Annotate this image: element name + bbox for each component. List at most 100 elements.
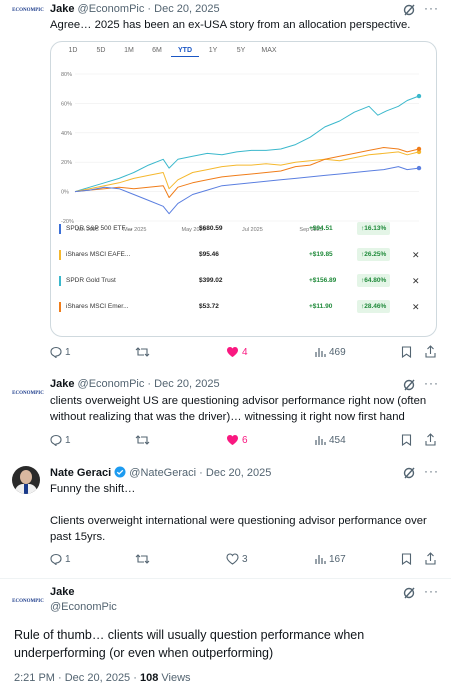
tab-1y[interactable]: 1Y xyxy=(199,47,227,57)
share-icon[interactable] xyxy=(425,433,436,446)
bookmark-icon[interactable] xyxy=(401,553,412,565)
holding-percent-badge: ↑64.80% xyxy=(357,274,391,287)
tweet-text: clients overweight US are questioning ad… xyxy=(50,395,427,423)
avatar[interactable]: ECONOMPIC xyxy=(12,3,44,17)
avatar[interactable]: ECONOMPIC xyxy=(12,386,44,400)
reply-button[interactable]: 1 xyxy=(50,346,71,358)
author-handle[interactable]: @EconomPic xyxy=(78,3,145,15)
tweet-header: Jake @EconomPic · Dec 20, 2025 xyxy=(50,378,220,390)
views-count: 454 xyxy=(329,434,346,446)
holding-price: $680.59 xyxy=(199,225,223,232)
verified-badge-icon xyxy=(114,466,126,478)
like-count: 4 xyxy=(242,346,248,358)
like-count: 3 xyxy=(242,553,248,565)
holding-row[interactable]: iShares MSCI EAFE... $95.46 +$19.85 ↑26.25%… xyxy=(59,248,429,264)
reply-button[interactable]: 1 xyxy=(50,553,71,565)
repost-button[interactable] xyxy=(135,434,150,446)
holding-name: iShares MSCI Emer... xyxy=(66,303,129,310)
series-line xyxy=(74,151,420,193)
tweet-timestamp[interactable]: 2:21 PM · Dec 20, 2025 · xyxy=(14,672,140,684)
tab-1m[interactable]: 1M xyxy=(115,47,143,57)
y-tick-label: 0% xyxy=(61,190,69,196)
holding-row[interactable]: iShares MSCI Emer... $53.72 +$11.90 ↑28.46%… xyxy=(59,300,429,316)
holding-price: $53.72 xyxy=(199,303,219,310)
timeframe-tabs: 1D 5D 1M 6M YTD 1Y 5Y MAX xyxy=(59,47,283,57)
tweet-date[interactable]: Dec 20, 2025 xyxy=(154,3,219,15)
tab-max[interactable]: MAX xyxy=(255,47,283,57)
holding-name: SPDR S&P 500 ETF ... xyxy=(66,225,133,232)
tab-5d[interactable]: 5D xyxy=(87,47,115,57)
grok-icon[interactable] xyxy=(403,379,415,391)
holding-percent-badge: ↑28.46% xyxy=(357,300,391,313)
share-icon[interactable] xyxy=(425,552,436,565)
tab-ytd[interactable]: YTD xyxy=(171,47,199,57)
stock-chart-card[interactable]: 1D 5D 1M 6M YTD 1Y 5Y MAX 80% 60% 40% 20% 0% -20% Jan… xyxy=(50,41,437,337)
author-name[interactable]: Jake xyxy=(50,3,74,15)
author-handle[interactable]: @NateGeraci xyxy=(129,467,196,479)
repost-icon xyxy=(135,435,150,445)
reply-icon xyxy=(50,346,62,358)
remove-icon[interactable]: ✕ xyxy=(412,276,420,287)
remove-icon[interactable]: ✕ xyxy=(412,250,420,261)
like-button[interactable]: 3 xyxy=(226,553,248,565)
bookmark-icon[interactable] xyxy=(401,434,412,446)
views-button[interactable]: 454 xyxy=(314,434,346,446)
reply-count: 1 xyxy=(65,434,71,446)
author-handle[interactable]: @EconomPic xyxy=(50,601,117,613)
series-color-bar xyxy=(59,224,61,234)
share-icon[interactable] xyxy=(425,345,436,358)
series-color-bar xyxy=(59,276,61,286)
avatar[interactable] xyxy=(12,466,40,494)
grok-icon[interactable] xyxy=(403,587,415,599)
holding-row[interactable]: SPDR S&P 500 ETF ... $680.59 +$94.51 ↑16.13… xyxy=(59,222,429,238)
reply-button[interactable]: 1 xyxy=(50,434,71,446)
author-name[interactable]: Jake xyxy=(50,378,74,390)
tweet-date[interactable]: Dec 20, 2025 xyxy=(206,467,271,479)
bookmark-icon[interactable] xyxy=(401,346,412,358)
tweet-header: Jake @EconomPic · Dec 20, 2025 xyxy=(50,3,220,15)
tweet-text-line: Funny the shift… xyxy=(50,483,136,495)
grok-icon[interactable] xyxy=(403,4,415,16)
remove-icon[interactable]: ✕ xyxy=(412,302,420,313)
holding-price: $95.46 xyxy=(199,251,219,258)
avatar[interactable]: ECONOMPIC xyxy=(12,594,44,608)
views-count: 469 xyxy=(329,346,346,358)
views-button[interactable]: 167 xyxy=(314,553,346,565)
series-line xyxy=(74,95,420,193)
holding-row[interactable]: SPDR Gold Trust $399.02 +$156.89 ↑64.80% ✕ xyxy=(59,274,429,290)
author-handle[interactable]: @EconomPic xyxy=(78,378,145,390)
repost-button[interactable] xyxy=(135,346,150,358)
y-tick-label: 40% xyxy=(61,131,72,137)
heart-icon xyxy=(227,347,238,357)
like-button[interactable]: 4 xyxy=(226,346,248,358)
more-options-icon[interactable]: ··· xyxy=(424,464,439,478)
views-button[interactable]: 469 xyxy=(314,346,346,358)
views-label: Views xyxy=(161,672,191,684)
holding-change: +$11.90 xyxy=(309,303,333,310)
series-color-bar xyxy=(59,302,61,312)
y-tick-label: 20% xyxy=(61,160,72,166)
repost-button[interactable] xyxy=(135,553,150,565)
y-tick-label: 80% xyxy=(61,72,72,78)
tweet-date[interactable]: Dec 20, 2025 xyxy=(154,378,219,390)
like-count: 6 xyxy=(242,434,248,446)
divider xyxy=(0,578,451,579)
heart-icon xyxy=(226,553,239,565)
reply-icon xyxy=(50,553,62,565)
like-button[interactable]: 6 xyxy=(226,434,248,446)
author-name[interactable]: Nate Geraci xyxy=(50,467,111,479)
more-options-icon[interactable]: ··· xyxy=(424,376,439,390)
tab-5y[interactable]: 5Y xyxy=(227,47,255,57)
more-options-icon[interactable]: ··· xyxy=(424,584,439,598)
tab-6m[interactable]: 6M xyxy=(143,47,171,57)
series-end-point xyxy=(416,146,422,152)
separator: · xyxy=(147,378,152,390)
series-end-point xyxy=(416,93,422,99)
heart-icon xyxy=(227,435,238,445)
author-name[interactable]: Jake xyxy=(50,586,74,598)
grok-icon[interactable] xyxy=(403,467,415,479)
analytics-icon xyxy=(315,436,326,445)
holding-change: +$19.85 xyxy=(309,251,333,258)
tab-1d[interactable]: 1D xyxy=(59,47,87,57)
more-options-icon[interactable]: ··· xyxy=(424,1,439,15)
